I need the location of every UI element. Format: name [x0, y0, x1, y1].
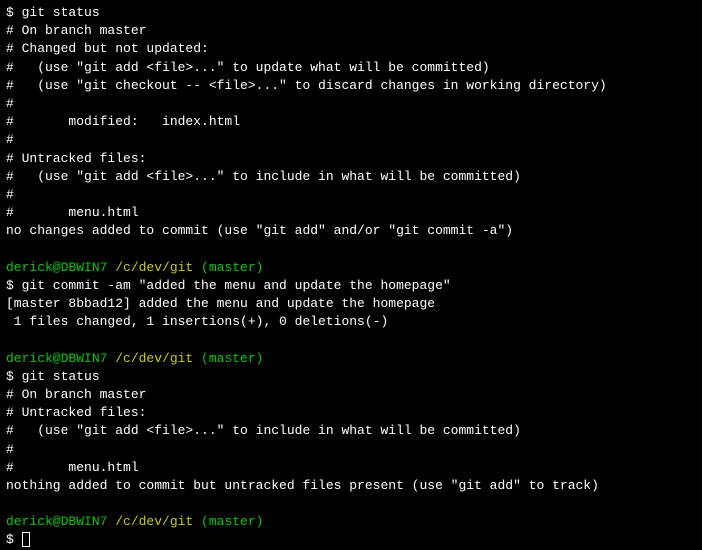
status-line: # (use "git add <file>..." to include in… — [6, 168, 696, 186]
status-line: # (use "git add <file>..." to update wha… — [6, 59, 696, 77]
status-line: # — [6, 95, 696, 113]
shell-prompt: derick@DBWIN7 /c/dev/git (master) — [6, 350, 696, 368]
status-line: # — [6, 186, 696, 204]
shell-prompt: derick@DBWIN7 /c/dev/git (master) — [6, 513, 696, 531]
blank-line — [6, 495, 696, 513]
prompt-user: derick@DBWIN7 — [6, 260, 107, 275]
status-line: # menu.html — [6, 459, 696, 477]
prompt-user: derick@DBWIN7 — [6, 514, 107, 529]
cursor-icon — [22, 532, 30, 547]
blank-line — [6, 240, 696, 258]
status-line: # (use "git checkout -- <file>..." to di… — [6, 77, 696, 95]
prompt-branch: (master) — [193, 260, 263, 275]
status-line: nothing added to commit but untracked fi… — [6, 477, 696, 495]
status-line: # Untracked files: — [6, 150, 696, 168]
status-line: # — [6, 131, 696, 149]
status-line: # menu.html — [6, 204, 696, 222]
command-line: $ git commit -am "added the menu and upd… — [6, 277, 696, 295]
status-line: # (use "git add <file>..." to include in… — [6, 422, 696, 440]
prompt-dollar: $ — [6, 532, 22, 547]
prompt-path: /c/dev/git — [107, 260, 193, 275]
prompt-branch: (master) — [193, 514, 263, 529]
blank-line — [6, 331, 696, 349]
status-line: # Untracked files: — [6, 404, 696, 422]
prompt-path: /c/dev/git — [107, 514, 193, 529]
status-line: # On branch master — [6, 22, 696, 40]
prompt-branch: (master) — [193, 351, 263, 366]
shell-prompt: derick@DBWIN7 /c/dev/git (master) — [6, 259, 696, 277]
status-line: # modified: index.html — [6, 113, 696, 131]
command-line: $ git status — [6, 4, 696, 22]
status-line: # Changed but not updated: — [6, 40, 696, 58]
prompt-user: derick@DBWIN7 — [6, 351, 107, 366]
terminal-output: $ git status # On branch master # Change… — [6, 4, 696, 550]
status-line: # — [6, 441, 696, 459]
prompt-path: /c/dev/git — [107, 351, 193, 366]
status-line: no changes added to commit (use "git add… — [6, 222, 696, 240]
command-line: $ git status — [6, 368, 696, 386]
output-line: 1 files changed, 1 insertions(+), 0 dele… — [6, 313, 696, 331]
output-line: [master 8bbad12] added the menu and upda… — [6, 295, 696, 313]
status-line: # On branch master — [6, 386, 696, 404]
